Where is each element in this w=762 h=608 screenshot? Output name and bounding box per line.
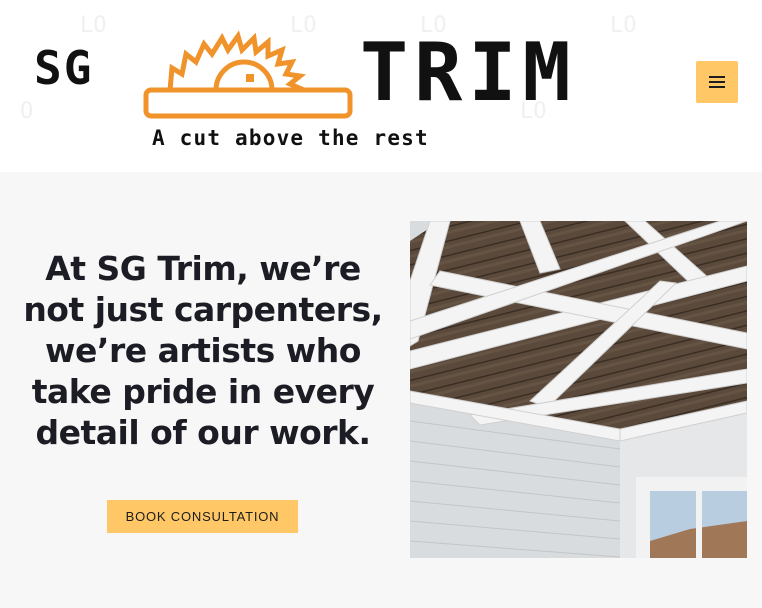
svg-text:O: O xyxy=(20,99,33,124)
logo-sg-text: SG xyxy=(34,41,93,95)
hero-headline: At SG Trim, we’re not just carpenters, w… xyxy=(23,249,383,452)
site-logo[interactable]: LO LO LO LO O LO SG TRIM A cut above the… xyxy=(20,8,670,158)
site-header: LO LO LO LO O LO SG TRIM A cut above the… xyxy=(0,0,762,172)
logo-tagline: A cut above the rest xyxy=(152,126,429,150)
saw-blade-icon xyxy=(143,30,353,119)
svg-text:LO: LO xyxy=(610,13,637,38)
hero-section: At SG Trim, we’re not just carpenters, w… xyxy=(0,172,762,608)
hamburger-menu-icon xyxy=(709,76,725,88)
hero-image xyxy=(410,221,747,558)
book-consultation-button[interactable]: BOOK CONSULTATION xyxy=(107,500,298,533)
menu-toggle-button[interactable] xyxy=(696,61,738,103)
logo-trim-text: TRIM xyxy=(360,26,577,119)
svg-text:LO: LO xyxy=(290,13,317,38)
svg-text:LO: LO xyxy=(80,13,107,38)
